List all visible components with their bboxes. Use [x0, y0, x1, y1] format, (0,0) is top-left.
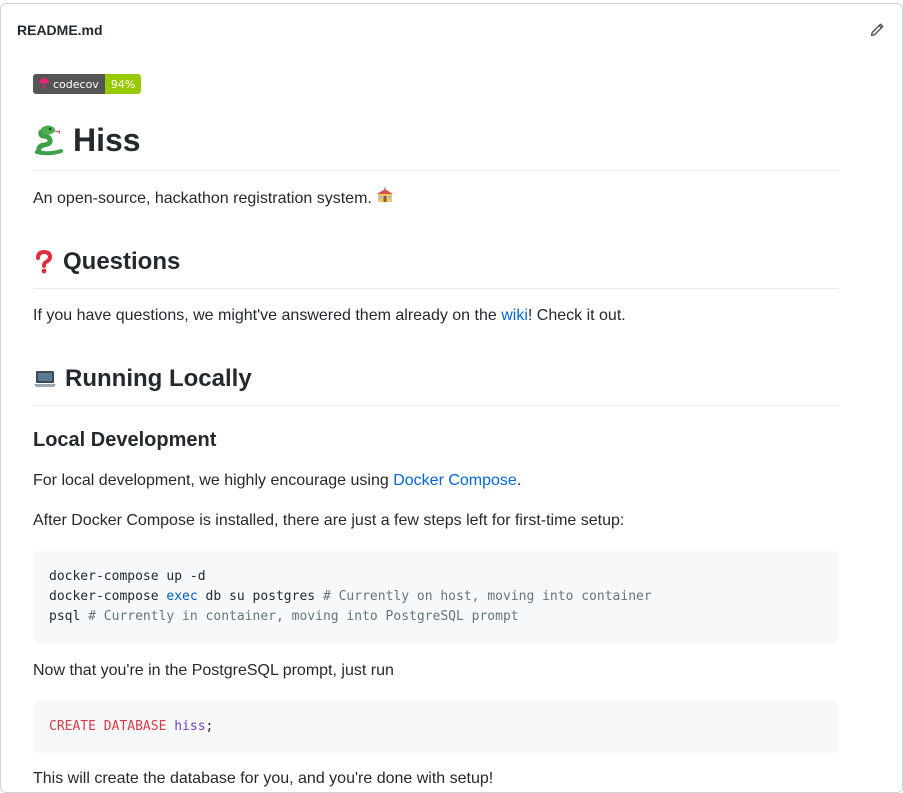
running-locally-heading-text: Running Locally — [65, 365, 252, 392]
code-line: docker-compose up -d — [49, 569, 206, 584]
red-question-mark-icon — [33, 250, 55, 274]
page-title: Hiss — [33, 110, 839, 171]
laptop-icon — [33, 368, 57, 390]
local-dev-paragraph-3: Now that you're in the PostgreSQL prompt… — [33, 662, 394, 679]
code-line: psql # Currently in container, moving in… — [49, 609, 519, 624]
readme-body: codecov 94% Hiss An open-source, hackath… — [1, 55, 871, 791]
code-cmd: docker-compose — [49, 589, 167, 604]
badge-label: codecov — [53, 77, 99, 91]
local-development-heading: Local Development — [33, 429, 217, 451]
title-text: Hiss — [73, 122, 141, 158]
wiki-link[interactable]: wiki — [501, 307, 528, 324]
questions-paragraph: If you have questions, we might've answe… — [33, 304, 839, 328]
sql-keyword: CREATE DATABASE — [49, 719, 167, 734]
code-line: docker-compose exec db su postgres # Cur… — [49, 589, 652, 604]
code-comment: # Currently on host, moving into contain… — [322, 589, 652, 604]
setup-code-block: docker-compose up -d docker-compose exec… — [33, 551, 839, 643]
code-exec-keyword: exec — [166, 589, 198, 604]
code-cmd: docker-compose up -d — [49, 569, 206, 584]
p1-text-before: For local development, we highly encoura… — [33, 472, 394, 489]
questions-heading-text: Questions — [63, 248, 181, 275]
questions-text-before: If you have questions, we might've answe… — [33, 307, 502, 324]
local-dev-paragraph-4: This will create the database for you, a… — [33, 770, 494, 787]
readme-header: README.md — [1, 4, 902, 55]
codecov-badge[interactable]: codecov 94% — [33, 74, 142, 94]
school-building-icon — [376, 187, 394, 203]
snake-icon — [33, 124, 65, 156]
badge-label-section: codecov — [33, 74, 105, 94]
codecov-umbrella-icon — [38, 77, 50, 92]
sql-code-block: CREATE DATABASE hiss; — [33, 701, 839, 753]
pencil-icon[interactable] — [868, 21, 886, 39]
running-locally-heading: Running Locally — [33, 352, 839, 406]
code-comment: # Currently in container, moving into Po… — [88, 609, 519, 624]
file-name: README.md — [17, 21, 103, 38]
badge-value: 94% — [104, 74, 142, 94]
code-cmd: psql — [49, 609, 89, 624]
intro-paragraph: An open-source, hackathon registration s… — [33, 187, 839, 211]
readme-container: README.md codecov 94% Hiss An open-sourc… — [0, 3, 903, 793]
intro-text: An open-source, hackathon registration s… — [33, 190, 372, 207]
sql-identifier: hiss — [174, 719, 206, 734]
questions-text-after: ! Check it out. — [527, 307, 626, 324]
local-dev-paragraph-2: After Docker Compose is installed, there… — [33, 512, 625, 529]
local-dev-paragraph-1: For local development, we highly encoura… — [33, 469, 839, 493]
code-args: db su postgres — [197, 589, 323, 604]
sql-terminator: ; — [205, 719, 214, 734]
docker-compose-link[interactable]: Docker Compose — [393, 472, 517, 489]
questions-heading: Questions — [33, 235, 839, 289]
p1-text-after: . — [516, 472, 522, 489]
